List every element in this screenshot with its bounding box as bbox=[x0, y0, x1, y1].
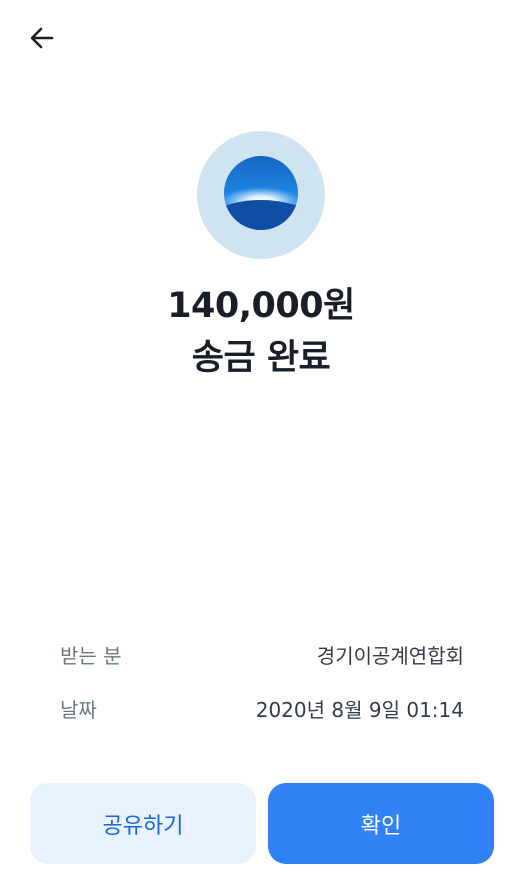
recipient-row: 받는 분 경기이공계연합회 bbox=[60, 636, 464, 672]
date-value: 2020년 8월 9일 01:14 bbox=[255, 697, 464, 722]
confirm-button[interactable]: 확인 bbox=[268, 783, 494, 864]
date-label: 날짜 bbox=[60, 697, 97, 722]
share-button[interactable]: 공유하기 bbox=[30, 783, 256, 864]
transfer-amount: 140,000원 bbox=[167, 286, 355, 326]
transfer-status: 송금 완료 bbox=[191, 338, 331, 378]
recipient-label: 받는 분 bbox=[60, 643, 122, 668]
date-row: 날짜 2020년 8월 9일 01:14 bbox=[60, 690, 464, 726]
recipient-value: 경기이공계연합회 bbox=[316, 643, 464, 668]
back-button[interactable] bbox=[18, 18, 66, 62]
arrow-left-icon bbox=[28, 24, 56, 56]
bank-logo-icon bbox=[223, 155, 299, 235]
transfer-complete-screen: 140,000원 송금 완료 받는 분 경기이공계연합회 날짜 2020년 8월… bbox=[0, 0, 522, 891]
bank-logo bbox=[197, 131, 325, 259]
